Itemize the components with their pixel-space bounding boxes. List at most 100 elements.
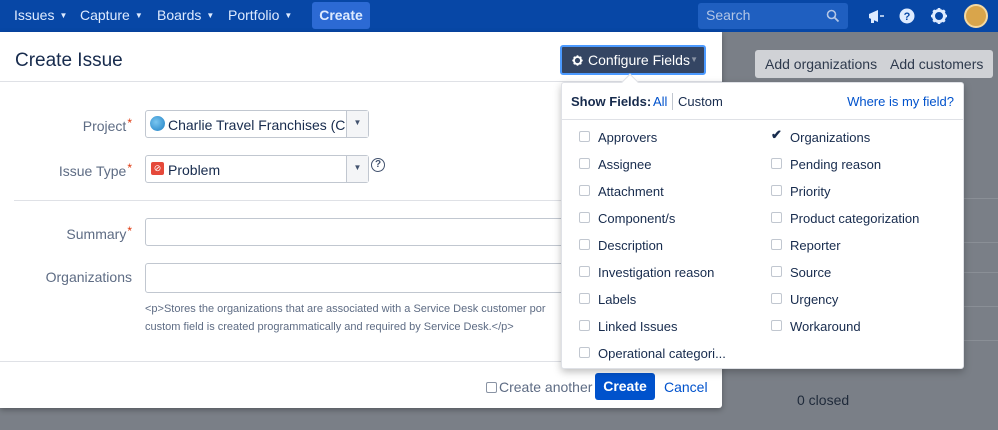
- field-option-label: Urgency: [790, 292, 839, 307]
- organizations-label: Organizations: [45, 269, 132, 285]
- checkbox-box[interactable]: [579, 212, 590, 223]
- summary-label-text: Summary: [66, 226, 127, 242]
- closed-count: 0 closed: [797, 392, 850, 408]
- issue-type-label: Issue Type*: [59, 161, 132, 179]
- field-option-label: Pending reason: [790, 157, 882, 172]
- field-option-label: Assignee: [598, 157, 652, 172]
- nav-boards-label: Boards: [157, 7, 202, 23]
- nav-issues-label: Issues: [14, 7, 55, 23]
- nav-capture-menu[interactable]: Capture ▼: [80, 0, 143, 32]
- checkbox-box[interactable]: [771, 320, 782, 331]
- checkbox-box[interactable]: [771, 266, 782, 277]
- issue-type-value: Problem: [168, 162, 221, 178]
- create-another-checkbox[interactable]: Create another: [486, 379, 592, 395]
- required-marker: *: [127, 116, 132, 130]
- organizations-input[interactable]: [145, 263, 565, 293]
- issue-type-select[interactable]: ⊘ Problem ▼: [145, 155, 369, 183]
- background-divider: [964, 198, 998, 199]
- help-icon[interactable]: ?: [897, 6, 917, 26]
- description-line: custom field is created programmatically…: [145, 321, 514, 333]
- field-option-label: Priority: [790, 184, 831, 199]
- field-option-label: Product categorization: [790, 211, 920, 226]
- problem-icon: ⊘: [151, 162, 164, 175]
- show-fields-label: Show Fields:: [571, 94, 652, 109]
- checkbox-box[interactable]: [579, 131, 590, 142]
- checkbox-box[interactable]: [771, 212, 782, 223]
- chevron-down-icon: ▼: [690, 55, 698, 64]
- create-another-label: Create another: [499, 379, 593, 395]
- required-marker: *: [127, 224, 132, 238]
- background-divider: [964, 242, 998, 243]
- create-button[interactable]: Create: [595, 373, 655, 400]
- show-all-link[interactable]: All: [653, 94, 667, 109]
- checkbox-box[interactable]: [579, 158, 590, 169]
- search-placeholder: Search: [706, 7, 751, 23]
- field-option-label: Source: [790, 265, 832, 280]
- field-option-label: Description: [598, 238, 664, 253]
- field-option-label: Operational categori...: [598, 346, 726, 361]
- issue-type-label-text: Issue Type: [58, 163, 127, 179]
- description-line: <p>Stores the organizations that are ass…: [145, 303, 546, 315]
- chevron-down-icon[interactable]: ▼: [346, 111, 368, 137]
- cancel-link[interactable]: Cancel: [664, 379, 708, 395]
- nav-issues-menu[interactable]: Issues ▼: [14, 0, 67, 32]
- checkbox-box[interactable]: [486, 382, 497, 393]
- checkbox-box[interactable]: [579, 266, 590, 277]
- chevron-down-icon: ▼: [134, 11, 143, 20]
- project-value: Charlie Travel Franchises (C...: [168, 117, 358, 133]
- field-option-label: Approvers: [598, 130, 658, 145]
- checkbox-box[interactable]: [771, 239, 782, 250]
- nav-portfolio-menu[interactable]: Portfolio ▼: [228, 0, 292, 32]
- field-option-label: Linked Issues: [598, 319, 678, 334]
- field-option-label: Workaround: [790, 319, 861, 334]
- checkbox-box[interactable]: [771, 185, 782, 196]
- project-select[interactable]: Charlie Travel Franchises (C... ▼: [145, 110, 369, 138]
- chevron-down-icon[interactable]: ▼: [346, 156, 368, 182]
- nav-capture-label: Capture: [80, 7, 130, 23]
- gear-icon[interactable]: [929, 6, 949, 26]
- background-divider: [964, 272, 998, 273]
- field-option-label: Investigation reason: [598, 265, 715, 280]
- project-label: Project*: [83, 116, 132, 134]
- project-avatar-icon: [150, 116, 165, 131]
- nav-boards-menu[interactable]: Boards ▼: [157, 0, 214, 32]
- configure-fields-button[interactable]: Configure Fields ▼: [560, 45, 706, 75]
- megaphone-icon[interactable]: [866, 6, 886, 26]
- configure-fields-popup: Show Fields: All Custom Where is my fiel…: [561, 73, 964, 369]
- field-option-label: Organizations: [790, 130, 871, 145]
- field-option-label: Component/s: [598, 211, 676, 226]
- check-icon[interactable]: ✔: [771, 127, 782, 143]
- chevron-down-icon: ▼: [284, 11, 293, 20]
- checkbox-box[interactable]: [579, 185, 590, 196]
- avatar[interactable]: [964, 4, 988, 28]
- checkbox-box[interactable]: [579, 293, 590, 304]
- search-icon: [826, 9, 840, 23]
- search-input[interactable]: Search: [698, 3, 848, 29]
- top-navigation: Issues ▼ Capture ▼ Boards ▼ Portfolio ▼ Crea…: [0, 0, 998, 32]
- add-customers-button: Add customers: [880, 50, 994, 78]
- nav-create-button[interactable]: Create: [312, 2, 370, 29]
- help-icon[interactable]: ?: [371, 158, 385, 172]
- field-option-label: Attachment: [598, 184, 664, 199]
- dialog-title: Create Issue: [15, 50, 123, 71]
- svg-text:?: ?: [904, 11, 911, 23]
- show-custom-link[interactable]: Custom: [678, 94, 723, 109]
- summary-label: Summary*: [66, 224, 132, 242]
- checkbox-box[interactable]: [771, 158, 782, 169]
- checkbox-box[interactable]: [579, 239, 590, 250]
- checkbox-box[interactable]: [579, 347, 590, 358]
- chevron-down-icon: ▼: [59, 11, 68, 20]
- configure-fields-label: Configure Fields: [588, 52, 690, 68]
- checkbox-box[interactable]: [771, 293, 782, 304]
- chevron-down-icon: ▼: [206, 11, 215, 20]
- required-marker: *: [127, 161, 132, 175]
- project-label-text: Project: [82, 118, 127, 134]
- field-option-label: Reporter: [790, 238, 841, 253]
- add-organizations-button: Add organizations: [755, 50, 888, 78]
- gear-icon: [572, 55, 583, 66]
- where-is-my-field-link[interactable]: Where is my field?: [847, 94, 954, 109]
- organizations-description: <p>Stores the organizations that are ass…: [145, 300, 565, 336]
- checkbox-box[interactable]: [579, 320, 590, 331]
- summary-input[interactable]: [145, 218, 565, 246]
- field-option-label: Labels: [598, 292, 637, 307]
